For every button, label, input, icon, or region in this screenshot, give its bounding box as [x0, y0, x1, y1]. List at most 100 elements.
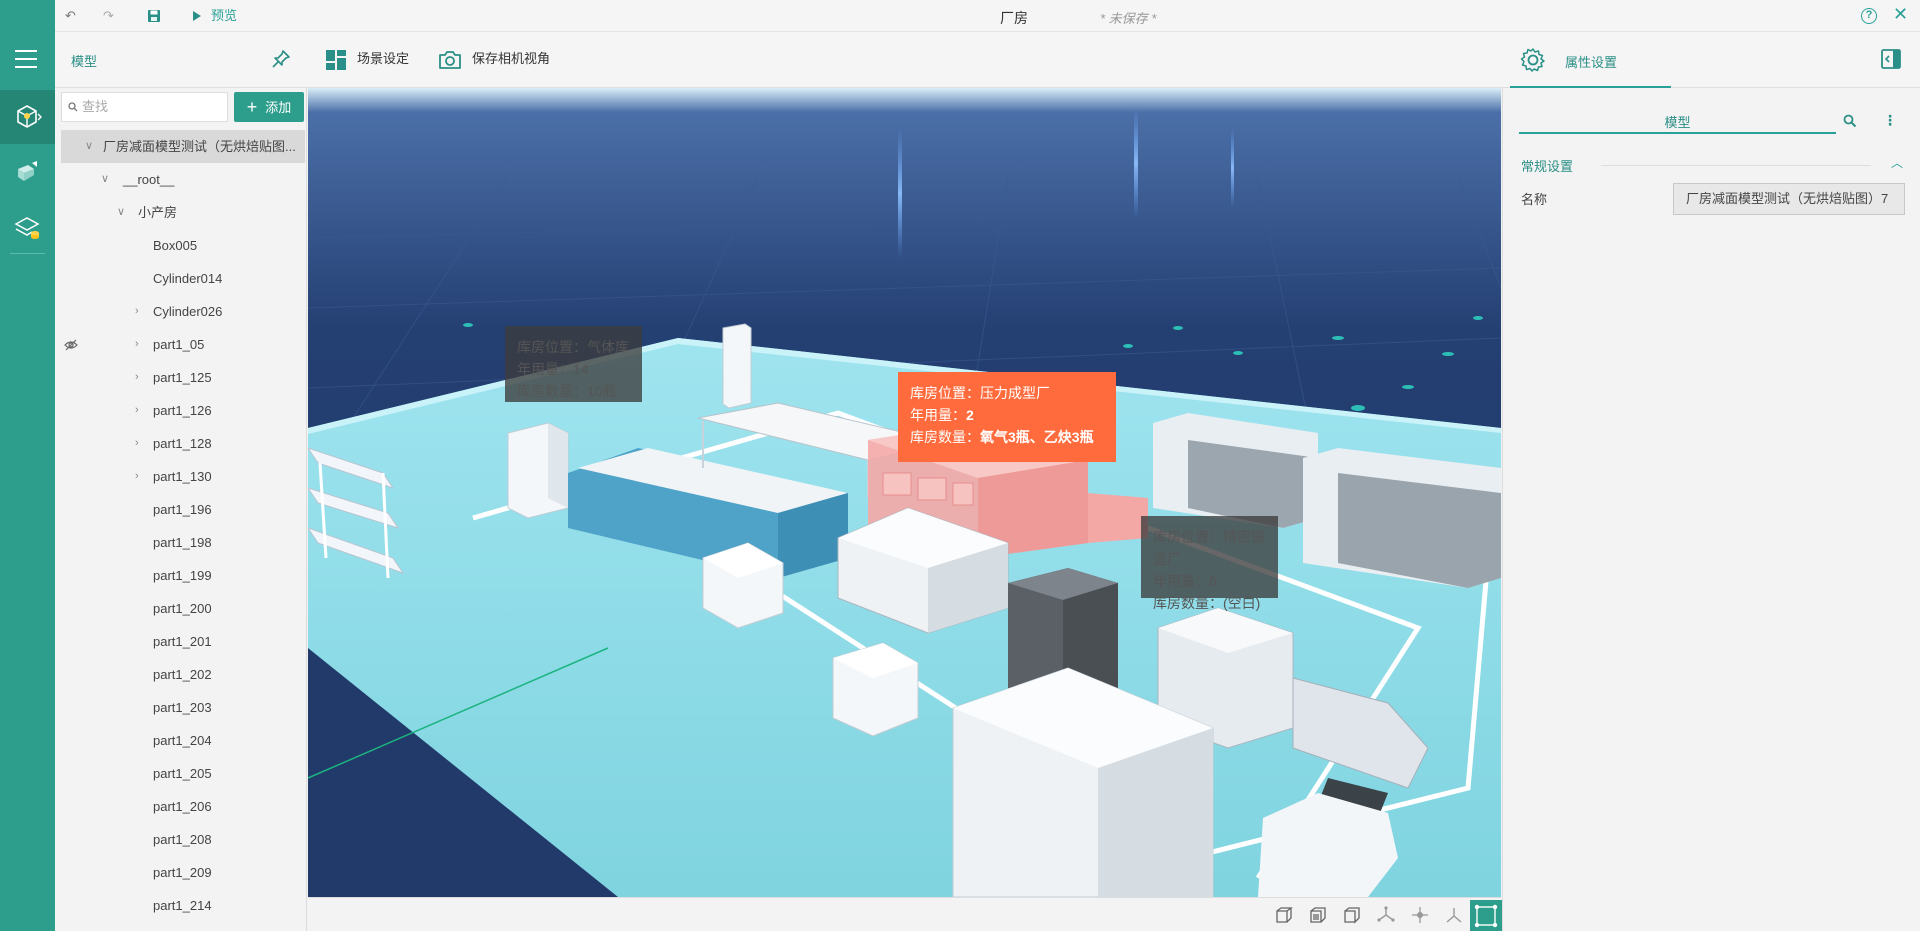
- tree-node-label: 小产房: [138, 205, 178, 220]
- tree-node-label: part1_214: [153, 898, 212, 913]
- tooltip-b-line1: 库房位置：精密锻造厂: [1153, 529, 1265, 567]
- model-panel-title: 模型: [71, 54, 98, 69]
- chevron-up-icon[interactable]: ︿: [1891, 154, 1903, 171]
- left-rail: [0, 0, 55, 931]
- tree-node[interactable]: part1_203: [55, 691, 306, 724]
- preview-label: 预览: [211, 8, 238, 23]
- chevron-down-icon[interactable]: ∨: [101, 163, 109, 196]
- tree-node[interactable]: part1_198: [55, 526, 306, 559]
- tree-node-label: part1_200: [153, 601, 212, 616]
- hamburger-menu-icon[interactable]: [15, 50, 37, 74]
- model-tree: ∨ 厂房减面模型测试（无烘焙贴图... ∨ __root__ ∨ 小产房 Box005 Cyl…: [55, 130, 306, 922]
- chevron-right-icon[interactable]: ›: [135, 460, 139, 493]
- plus-icon: +: [246, 97, 258, 117]
- chevron-down-icon[interactable]: ∨: [85, 130, 93, 163]
- save-icon[interactable]: [147, 8, 161, 24]
- tree-node[interactable]: part1_208: [55, 823, 306, 856]
- tree-node[interactable]: › part1_130: [55, 460, 306, 493]
- properties-tab-label: 属性设置: [1565, 55, 1618, 70]
- unsaved-indicator: * 未保存 *: [1100, 11, 1157, 26]
- axis-view-icon[interactable]: [1376, 905, 1396, 925]
- name-label: 名称: [1521, 192, 1548, 207]
- tree-node[interactable]: › Cylinder026: [55, 295, 306, 328]
- model-edit-icon[interactable]: [12, 102, 42, 132]
- axes-icon[interactable]: [1444, 905, 1464, 925]
- add-button[interactable]: + 添加: [234, 92, 304, 122]
- tree-node[interactable]: Cylinder014: [55, 262, 306, 295]
- tooltip-precision-forging: 库房位置：精密锻造厂 年用量：6 库房数量：(空白): [1141, 516, 1278, 611]
- chevron-right-icon[interactable]: ›: [135, 361, 139, 394]
- tree-node[interactable]: › part1_05: [55, 328, 306, 361]
- tree-node-label: part1_125: [153, 370, 212, 385]
- path-edit-icon: [1474, 904, 1498, 928]
- tree-node[interactable]: › part1_125: [55, 361, 306, 394]
- gear-icon: [1520, 48, 1545, 72]
- eye-slash-icon[interactable]: [64, 339, 78, 351]
- tab-properties[interactable]: 属性设置: [1510, 32, 1671, 88]
- tree-node[interactable]: part1_205: [55, 757, 306, 790]
- factory-scene: [308, 88, 1501, 897]
- layers-data-icon[interactable]: [12, 212, 42, 242]
- chevron-right-icon[interactable]: ›: [135, 295, 139, 328]
- scene-settings-button[interactable]: 场景设定: [325, 48, 409, 71]
- tree-node-label: part1_126: [153, 403, 212, 418]
- tree-node[interactable]: part1_196: [55, 493, 306, 526]
- tree-node-label: part1_208: [153, 832, 212, 847]
- front-view-icon[interactable]: [1274, 905, 1294, 925]
- redo-icon[interactable]: ↷: [103, 8, 114, 24]
- close-icon[interactable]: ✕: [1893, 4, 1908, 25]
- tooltip-location-key: 库房位置：: [910, 385, 980, 401]
- tab-model[interactable]: 模型: [1519, 112, 1836, 134]
- preview-button[interactable]: 预览: [193, 8, 237, 24]
- tooltip-a-line2: 年用量：14: [517, 361, 589, 377]
- tooltip-gas-storage: 库房位置：气体库 年用量：14 库房数量：10瓶: [505, 326, 642, 402]
- help-icon[interactable]: ?: [1861, 8, 1877, 24]
- tree-node[interactable]: › part1_128: [55, 427, 306, 460]
- tooltip-b-line2: 年用量：6: [1153, 573, 1217, 589]
- tree-node[interactable]: ∨ 小产房: [55, 196, 306, 229]
- tooltip-usage-key: 年用量：: [910, 407, 966, 423]
- search-box[interactable]: [61, 92, 228, 122]
- top-view-icon[interactable]: [1342, 905, 1362, 925]
- path-edit-button[interactable]: [1470, 900, 1502, 931]
- tree-node[interactable]: part1_202: [55, 658, 306, 691]
- tree-node[interactable]: ∨ __root__: [55, 163, 306, 196]
- save-camera-view-button[interactable]: 保存相机视角: [438, 48, 550, 71]
- chevron-right-icon[interactable]: ›: [135, 427, 139, 460]
- more-options-icon[interactable]: ⋮: [1883, 112, 1897, 129]
- tree-node[interactable]: part1_209: [55, 856, 306, 889]
- panel-collapse-icon[interactable]: [1880, 48, 1902, 70]
- pin-icon[interactable]: [270, 48, 292, 70]
- tree-node[interactable]: part1_200: [55, 592, 306, 625]
- tree-node-label: Cylinder014: [153, 271, 223, 286]
- chevron-right-icon[interactable]: ›: [135, 394, 139, 427]
- add-label: 添加: [265, 100, 292, 115]
- side-view-icon[interactable]: [1308, 905, 1328, 925]
- tree-node[interactable]: part1_204: [55, 724, 306, 757]
- search-input[interactable]: [82, 99, 222, 114]
- save-camera-label: 保存相机视角: [472, 51, 551, 66]
- tree-node-label: part1_130: [153, 469, 212, 484]
- 3d-viewport[interactable]: 库房位置：气体库 年用量：14 库房数量：10瓶 库房位置：压力成型厂 年用量：…: [308, 88, 1501, 897]
- tree-node-label: part1_205: [153, 766, 212, 781]
- orbit-icon[interactable]: [1410, 905, 1430, 925]
- tree-node-label: part1_196: [153, 502, 212, 517]
- tree-node-label: part1_201: [153, 634, 212, 649]
- assets-icon[interactable]: [12, 157, 42, 187]
- search-icon[interactable]: [1843, 114, 1857, 128]
- tree-node-label: part1_206: [153, 799, 212, 814]
- tree-node[interactable]: Box005: [55, 229, 306, 262]
- general-settings-section[interactable]: 常规设置 ︿: [1521, 156, 1906, 175]
- tree-node[interactable]: part1_214: [55, 889, 306, 922]
- name-field[interactable]: 厂房减面模型测试（无烘焙贴图）7: [1673, 183, 1905, 215]
- document-title: 厂房: [1000, 10, 1028, 26]
- tree-node[interactable]: part1_199: [55, 559, 306, 592]
- model-tree-panel: + 添加 ∨ 厂房减面模型测试（无烘焙贴图... ∨ __root__ ∨ 小产房 Box00…: [55, 88, 307, 931]
- chevron-down-icon[interactable]: ∨: [117, 196, 125, 229]
- undo-icon[interactable]: ↶: [65, 8, 76, 24]
- tree-node[interactable]: part1_206: [55, 790, 306, 823]
- tree-node[interactable]: ∨ 厂房减面模型测试（无烘焙贴图...: [61, 130, 305, 163]
- tree-node[interactable]: part1_201: [55, 625, 306, 658]
- chevron-right-icon[interactable]: ›: [135, 328, 139, 361]
- tree-node[interactable]: › part1_126: [55, 394, 306, 427]
